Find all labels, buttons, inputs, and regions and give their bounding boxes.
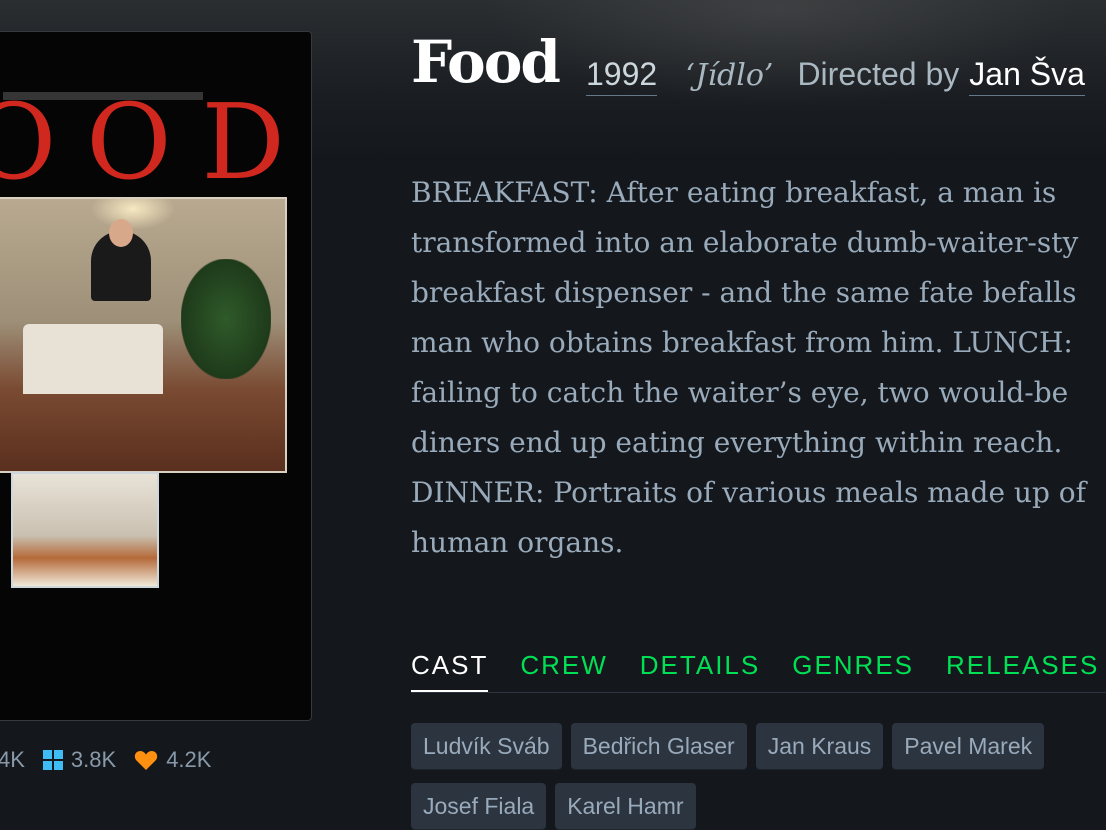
directed-by-label: Directed by (797, 56, 960, 92)
heart-icon (134, 749, 158, 771)
cast-member-chip[interactable]: Ludvík Sváb (411, 723, 562, 770)
tab-genres[interactable]: GENRES (792, 648, 914, 689)
cast-member-chip[interactable]: Jan Kraus (755, 723, 884, 770)
poster-figure-head (109, 219, 133, 247)
film-tabs: CAST CREW DETAILS GENRES RELEASES (411, 648, 1106, 693)
stat-watched[interactable]: 4K (0, 747, 25, 773)
film-poster[interactable]: OOD (0, 31, 312, 721)
stat-lists[interactable]: 3.8K (42, 747, 117, 773)
stat-likes-value: 4.2K (166, 747, 212, 772)
film-title: Food (411, 28, 561, 96)
film-synopsis: BREAKFAST: After eating breakfast, a man… (411, 176, 1087, 559)
film-year-link[interactable]: 1992 (586, 56, 658, 96)
stat-likes[interactable]: 4.2K (134, 747, 211, 773)
cast-list: Ludvík Sváb Bedřich Glaser Jan Kraus Pav… (411, 723, 1106, 830)
poster-inset-image (11, 472, 159, 588)
tab-crew[interactable]: CREW (520, 648, 607, 689)
cast-member-chip[interactable]: Bedřich Glaser (570, 723, 747, 770)
film-page: OOD 4K 3.8K 4.2K Food 1992 ‘Jídlo’ Direc… (0, 0, 1106, 830)
poster-scene (0, 197, 287, 473)
grid-icon (42, 750, 63, 770)
film-stats: 4K 3.8K 4.2K (0, 745, 229, 775)
poster-title-text: OOD (0, 81, 312, 203)
film-meta: 1992 ‘Jídlo’ Directed by Jan Šva (586, 56, 1085, 96)
tab-details[interactable]: DETAILS (640, 648, 760, 689)
poster-table (23, 324, 163, 394)
original-title: ‘Jídlo’ (685, 58, 774, 93)
cast-member-chip[interactable]: Karel Hamr (555, 783, 696, 830)
stat-watched-value: 4K (0, 747, 25, 772)
director-link[interactable]: Jan Šva (969, 56, 1085, 96)
cast-member-chip[interactable]: Josef Fiala (411, 783, 547, 830)
poster-plant (181, 259, 271, 379)
stat-lists-value: 3.8K (70, 747, 117, 772)
tab-releases[interactable]: RELEASES (946, 648, 1099, 689)
cast-member-chip[interactable]: Pavel Marek (892, 723, 1045, 770)
tab-cast[interactable]: CAST (411, 648, 489, 692)
